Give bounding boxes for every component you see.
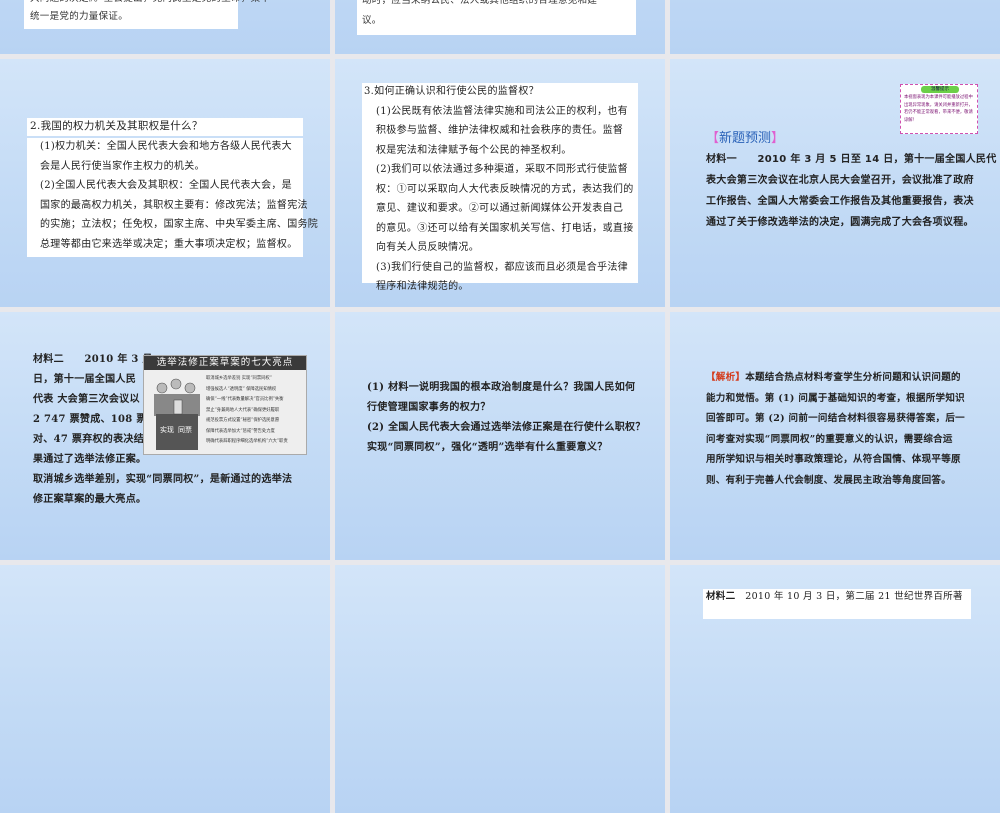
image-list-item: 增强候选人“透明度” 保障选民知情权 (206, 386, 277, 392)
image-list-item: 禁止“身兼两地人大代表”确保更好履职 (206, 407, 280, 413)
ballot-box-illustration: 实现 同票 (154, 378, 200, 450)
slide-thumbnail-12[interactable]: 材料二 2010 年 10 月 3 日，第二届 21 世纪世界百所著 (670, 565, 1000, 813)
slide-thumbnail-4[interactable]: 2.我国的权力机关及其职权是什么？ (1)权力机关：全国人民代表大会和地方各级人… (0, 59, 330, 307)
slide-text: 材料二 2010 年 10 月 3 日，第二届 21 世纪世界百所著 (706, 591, 963, 602)
infographic-image: 选举法修正案草案的七大亮点 实现 同票 取消城乡选举差别 实现“同票同权” 增强候选… (143, 355, 307, 455)
tip-box: 温馨提示 本视窗表现为本课件可能播放过程中出现异常现象，请关闭并重新打开，若仍不… (900, 84, 978, 134)
slide-thumbnail-3[interactable] (670, 0, 1000, 54)
slide-text: 3.如何正确认识和行使公民的监督权？ (1)公民既有依法监督法律实施和司法公正的… (364, 86, 634, 292)
slide-text: 材料一 2010 年 3 月 5 日至 14 日，第十一届全国人民代 表大会第三次… (706, 154, 997, 228)
slide-thumbnail-10[interactable] (0, 565, 330, 813)
slide-question-title: 2.我国的权力机关及其职权是什么？ (30, 120, 203, 132)
image-list-item: 保障代表选举加大“惩戒”警告处力度 (206, 428, 275, 434)
slide-thumbnail-8[interactable]: (1) 材料一说明我国的根本政治制度是什么？我国人民如何 行使管理国家事务的权力？… (335, 312, 665, 560)
slide-thumbnail-7[interactable]: 材料二 2010 年 3 月日，第十一届全国人民 代表 大会第三次会议以 2 747… (0, 312, 330, 560)
slide-text: (1) 材料一说明我国的根本政治制度是什么？我国人民如何 行使管理国家事务的权力？… (367, 382, 646, 453)
image-list-item: 明确代表辞职程序细化选举机构“六大”职责 (206, 439, 288, 444)
slide-thumbnail-5[interactable]: 3.如何正确认识和行使公民的监督权？ (1)公民既有依法监督法律实施和司法公正的… (335, 59, 665, 307)
image-list-item: 取消城乡选举差别 实现“同票同权” (206, 376, 272, 381)
slide-text: 大问题的决定》。全会提出，党内民主是党的生命，集中统一是党的力量保证。 (30, 0, 270, 22)
analysis-tag: 【解析】 (706, 372, 746, 383)
image-list-item: 确保“一线”代表数量解决“官员比例”失衡 (206, 397, 284, 402)
slide-thumbnail-2[interactable]: 动时，应当采纳公民、法人或其他组织的合理意见和建 议。 (335, 0, 665, 54)
svg-text:同票: 同票 (178, 426, 192, 434)
image-title: 选举法修正案草案的七大亮点 (144, 356, 306, 370)
slide-thumbnail-6[interactable]: 温馨提示 本视窗表现为本课件可能播放过程中出现异常现象，请关闭并重新打开，若仍不… (670, 59, 1000, 307)
svg-text:实现: 实现 (160, 425, 174, 434)
slide-thumbnail-1[interactable]: 大问题的决定》。全会提出，党内民主是党的生命，集中统一是党的力量保证。 (0, 0, 330, 54)
tip-text: 本视窗表现为本课件可能播放过程中出现异常现象，请关闭并重新打开，若仍不能正常观看… (904, 95, 973, 123)
image-list-item: 规范投票方式设置“秘密”保护选民意愿 (206, 418, 280, 423)
tip-title: 温馨提示 (921, 86, 959, 93)
section-heading: 【新题预测】 (706, 131, 785, 146)
slide-text: 动时，应当采纳公民、法人或其他组织的合理意见和建 议。 (362, 0, 598, 26)
slide-text: (1)权力机关：全国人民代表大会和地方各级人民代表大 会是人民行使当家作主权力的机… (40, 141, 319, 250)
slide-text: 【解析】本题结合热点材料考查学生分析问题和认识问题的 能力和觉悟。第 (1) 问… (706, 372, 965, 486)
slide-thumbnail-11[interactable] (335, 565, 665, 813)
slide-thumbnail-9[interactable]: 【解析】本题结合热点材料考查学生分析问题和认识问题的 能力和觉悟。第 (1) 问… (670, 312, 1000, 560)
